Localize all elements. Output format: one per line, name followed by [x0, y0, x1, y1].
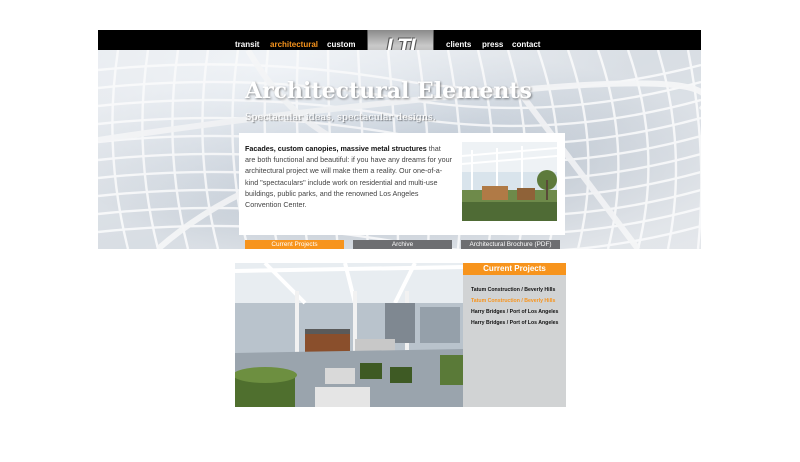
- archive-button[interactable]: Archive: [353, 240, 452, 249]
- nav-link-custom[interactable]: custom: [327, 40, 355, 49]
- feature-thumbnail-image: [462, 142, 557, 221]
- nav-link-transit[interactable]: transit: [235, 40, 259, 49]
- project-link-3[interactable]: Harry Bridges / Port of Los Angeles: [471, 309, 558, 315]
- project-link-2[interactable]: Tatum Construction / Beverly Hills: [471, 298, 555, 304]
- project-photo: [235, 263, 463, 407]
- intro-body: that are both functional and beautiful: …: [245, 144, 452, 210]
- project-link-4[interactable]: Harry Bridges / Port of Los Angeles: [471, 320, 558, 326]
- nav-link-contact[interactable]: contact: [512, 40, 540, 49]
- nav-link-press[interactable]: press: [482, 40, 503, 49]
- current-projects-button[interactable]: Current Projects: [245, 240, 344, 249]
- intro-lead: Facades, custom canopies, massive metal …: [245, 144, 427, 153]
- page-subtitle: Spectacular ideas, spectacular designs.: [245, 112, 436, 123]
- project-link-1[interactable]: Tatum Construction / Beverly Hills: [471, 287, 555, 293]
- brochure-pdf-button[interactable]: Architectural Brochure (PDF): [461, 240, 560, 249]
- nav-link-clients[interactable]: clients: [446, 40, 471, 49]
- intro-panel: Facades, custom canopies, massive metal …: [239, 133, 565, 235]
- page-title: Architectural Elements: [245, 78, 532, 104]
- nav-link-architectural[interactable]: architectural: [270, 40, 318, 49]
- sidebar-title: Current Projects: [463, 263, 566, 275]
- intro-text: Facades, custom canopies, massive metal …: [245, 143, 453, 210]
- current-projects-sidebar: Current Projects Tatum Construction / Be…: [463, 263, 566, 407]
